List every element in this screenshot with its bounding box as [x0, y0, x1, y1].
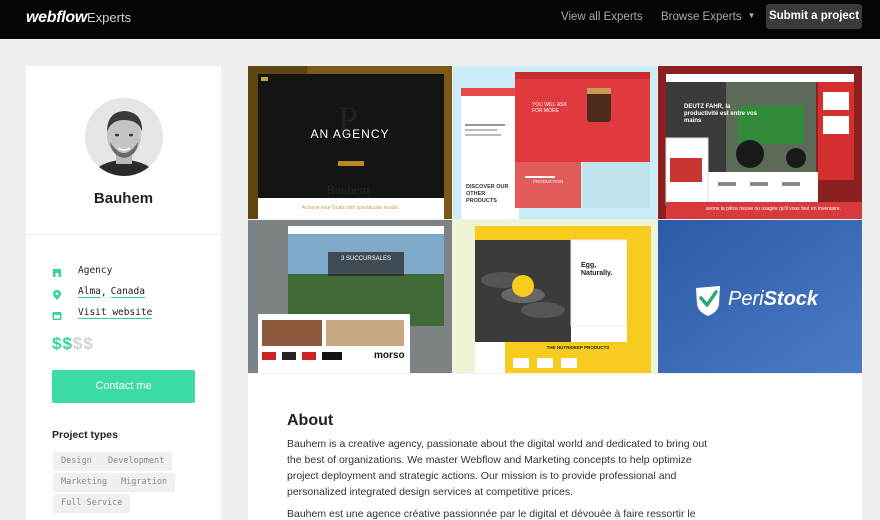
webflow-logo[interactable]: webflow	[26, 9, 87, 27]
avatar	[85, 98, 163, 176]
profile-card: Bauhem Agency Alma, Canada Visit website …	[26, 66, 221, 520]
about-paragraph-fr: Bauhem est une agence créative passionné…	[287, 508, 696, 520]
tile-caption: Achieve your Goals with spectacular resu…	[301, 205, 399, 211]
building-icon	[52, 265, 62, 277]
project-type-tag: Marketing	[53, 473, 116, 492]
portfolio-thumbnail[interactable]: YOU WILL ASK FOR MORE DISCOVER OUR OTHER…	[453, 66, 657, 219]
location-separator: ,	[100, 286, 107, 298]
location-row: Alma, Canada	[52, 285, 145, 300]
portfolio-gallery: P Bauhem AN AGENCY Achieve your Goals wi…	[248, 66, 862, 373]
tile-brand: morso	[374, 350, 405, 361]
expert-name: Bauhem	[93, 190, 154, 207]
browse-experts-label: Browse Experts	[661, 11, 742, 23]
project-type-tag: Development	[100, 452, 173, 471]
project-type-tag: Design	[53, 452, 100, 471]
submit-project-button[interactable]: Submit a project	[766, 4, 862, 29]
browse-experts-dropdown[interactable]: Browse Experts ▼	[661, 11, 755, 23]
tile-headline: Egg, Naturally.	[581, 262, 613, 277]
svg-text:Bauhem: Bauhem	[326, 182, 369, 197]
peristock-brand: PeriStock	[728, 288, 818, 311]
price-level-filled: $$	[52, 334, 73, 353]
agency-row: Agency	[52, 263, 112, 277]
brand-peri: Peri	[728, 288, 764, 310]
tile-banner: avons la pièce neuve ou usagée qu'il vou…	[706, 206, 841, 212]
portfolio-thumbnail[interactable]: PeriStock	[658, 220, 862, 373]
price-level-empty: $$	[72, 334, 94, 353]
caret-down-icon: ▼	[747, 11, 756, 20]
visit-website-link[interactable]: Visit website	[78, 307, 153, 319]
divider	[26, 234, 221, 235]
city-link[interactable]: Alma	[78, 286, 101, 298]
brand-stock: Stock	[763, 288, 819, 310]
project-types-title: Project types	[52, 429, 118, 441]
website-row: Visit website	[52, 306, 153, 320]
top-nav-bar: webflow Experts View all Experts Browse …	[0, 0, 880, 39]
tile-products: THE NUTRIDEEP PRODUCTS	[546, 345, 610, 350]
portfolio-thumbnail[interactable]: Egg, Naturally. THE NUTRIDEEP PRODUCTS	[453, 220, 657, 373]
browser-window-icon	[52, 308, 62, 320]
project-type-tag: Full Service	[53, 494, 131, 513]
agency-type: Agency	[78, 264, 113, 276]
tile-headline: 3 SUCCURSALES	[340, 256, 391, 262]
contact-me-button[interactable]: Contact me	[52, 370, 195, 403]
country-link[interactable]: Canada	[110, 286, 145, 298]
tile-discover: DISCOVER OUR OTHER PRODUCTS	[466, 184, 509, 204]
tile-headline: AN AGENCY	[310, 127, 390, 141]
project-type-tag: Migration	[113, 473, 176, 492]
tile-production: PRODUCTION	[533, 179, 564, 184]
about-title: About	[287, 412, 334, 429]
tile-promo: YOU WILL ASK FOR MORE	[532, 102, 567, 114]
price-level: $$$$	[52, 334, 94, 354]
portfolio-thumbnail[interactable]: DEUTZ FAHR, la productivité est entre vo…	[658, 66, 862, 219]
tile-headline: DEUTZ FAHR, la productivité est entre vo…	[684, 104, 758, 124]
location-pin-icon	[52, 287, 62, 300]
view-all-experts-link[interactable]: View all Experts	[561, 11, 643, 23]
about-section: About Bauhem is a creative agency, passi…	[248, 374, 862, 520]
portfolio-thumbnail[interactable]: P Bauhem AN AGENCY Achieve your Goals wi…	[248, 66, 452, 219]
experts-label: Experts	[87, 10, 132, 25]
about-paragraph-en: Bauhem is a creative agency, passionate …	[287, 438, 708, 498]
portfolio-thumbnail[interactable]: 3 SUCCURSALES morso	[248, 220, 452, 373]
